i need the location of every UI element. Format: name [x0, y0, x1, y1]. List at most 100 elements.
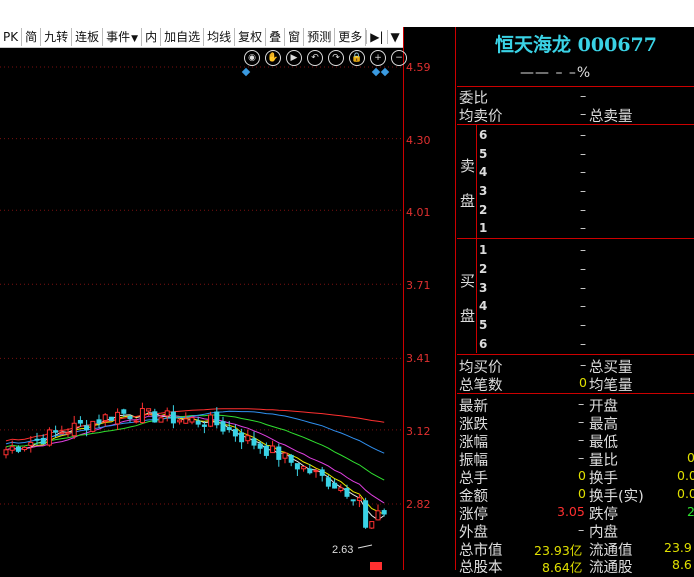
candle-body	[307, 468, 313, 474]
stat-total-shares-label: 总股本	[459, 560, 503, 576]
sell-level-price: –	[580, 128, 586, 142]
candle-body	[121, 409, 127, 414]
candle-body	[127, 416, 133, 420]
divider	[457, 86, 694, 87]
avg-sell-value: –	[580, 106, 587, 121]
stat-outer-value: –	[578, 522, 585, 537]
divider	[457, 238, 694, 239]
stat-pct-value: –	[578, 432, 585, 447]
candle-body	[139, 408, 145, 424]
stat-change-value: –	[578, 414, 585, 429]
ma-line	[5, 414, 385, 481]
candle-body	[164, 410, 170, 417]
dropdown-caret-icon[interactable]: ▼	[386, 30, 403, 44]
toolbar-pk[interactable]: PK	[0, 28, 23, 46]
chart-right-border	[403, 27, 404, 570]
toolbar-more[interactable]: 更多	[335, 28, 367, 46]
candle-body	[9, 446, 15, 451]
candle-body	[325, 477, 331, 487]
candle-body	[115, 411, 121, 425]
hand-icon[interactable]: ✋	[265, 50, 281, 66]
candle-body	[40, 437, 46, 445]
candle-body	[152, 411, 158, 423]
stat-amplitude-value: –	[578, 450, 585, 465]
divider	[457, 354, 694, 355]
candle-body	[363, 500, 369, 528]
chevron-down-icon: ▼	[131, 34, 139, 44]
toolbar-events[interactable]: 事件▼	[103, 28, 143, 46]
candle-body	[59, 432, 65, 435]
chart-tool-icons: ◉ ✋ ▶ ↶ ↷ 🔒 + −	[244, 50, 407, 66]
candle-body	[245, 435, 251, 442]
book-divider	[476, 239, 477, 353]
toolbar-forecast[interactable]: 预测	[304, 28, 336, 46]
sell-level: 5	[479, 147, 488, 161]
toolbar-jiuzhuan[interactable]: 九转	[41, 28, 73, 46]
candle-body	[288, 454, 294, 463]
sell-level: 2	[479, 203, 488, 217]
total-sell-label: 总卖量	[589, 109, 633, 125]
moving-average-lines	[5, 408, 385, 521]
stat-limit-up-value: 3.05	[557, 504, 585, 519]
lock-icon[interactable]: 🔒	[349, 50, 365, 66]
stat-float-cap-value: 23.9	[664, 540, 692, 555]
buy-side-label-2: 盘	[460, 307, 476, 325]
sell-level: 1	[479, 221, 488, 235]
candle-body	[226, 427, 232, 431]
toolbar-inner[interactable]: 内	[142, 28, 162, 46]
eye-icon[interactable]: ◉	[244, 50, 260, 66]
sell-level-price: –	[580, 203, 586, 217]
buy-level: 1	[479, 243, 488, 257]
zoom-out-icon[interactable]: −	[391, 50, 407, 66]
candle-body	[183, 418, 189, 424]
sell-side-label-1: 卖	[460, 157, 476, 175]
candle-body	[263, 445, 269, 456]
stat-total-hands-value: 0	[578, 468, 586, 483]
sell-level-price: –	[580, 165, 586, 179]
toolbar-ma[interactable]: 均线	[204, 28, 236, 46]
zoom-in-icon[interactable]: +	[370, 50, 386, 66]
stat-float-shares-label: 流通股	[589, 560, 633, 576]
stat-amount-value: 0	[578, 486, 586, 501]
candlestick-chart[interactable]: 2.63	[0, 48, 404, 570]
candle-body	[53, 430, 59, 433]
candle-body	[34, 438, 40, 441]
buy-level: 6	[479, 337, 488, 351]
toolbar-simple[interactable]: 简	[22, 28, 42, 46]
candle-body	[77, 419, 83, 424]
toolbar-overlay[interactable]: 叠	[266, 28, 286, 46]
trades-value: 0	[579, 375, 587, 390]
redo-icon[interactable]: ↷	[328, 50, 344, 66]
price-axis-tick: 2.82	[406, 498, 431, 511]
toolbar-window[interactable]: 窗	[285, 28, 305, 46]
avg-sell-label: 均卖价	[459, 109, 503, 125]
play-icon[interactable]: ▶	[286, 50, 302, 66]
buy-level: 2	[479, 262, 488, 276]
stock-title: 恒天海龙 000677	[458, 30, 694, 57]
candle-body	[344, 488, 350, 497]
stat-real-turnover-value: 0.0	[677, 486, 694, 501]
candle-body	[301, 466, 307, 470]
toolbar-lianban[interactable]: 连板	[72, 28, 104, 46]
chart-toolbar: PK 简 九转 连板 事件▼ 内 加自选 均线 复权 叠 窗 预测 更多 ▶| …	[0, 27, 404, 48]
price-axis-tick: 4.01	[406, 206, 431, 219]
candle-body	[170, 411, 176, 424]
candle-body	[294, 463, 300, 470]
candle-body	[282, 452, 288, 459]
low-marker-line	[357, 544, 373, 549]
candle-body	[208, 414, 214, 427]
candle-body	[71, 422, 77, 437]
candle-body	[15, 446, 21, 452]
ma-line	[5, 410, 385, 454]
buy-level: 3	[479, 281, 488, 295]
toolbar-add-watchlist[interactable]: 加自选	[161, 28, 205, 46]
undo-icon[interactable]: ↶	[307, 50, 323, 66]
toolbar-adjust[interactable]: 复权	[235, 28, 267, 46]
buy-level-price: –	[580, 299, 586, 313]
price-change: —— – –%	[520, 65, 592, 81]
candle-body	[22, 446, 28, 451]
event-marker	[370, 562, 382, 570]
play-end-icon[interactable]: ▶|	[366, 30, 386, 44]
candle-body	[158, 417, 164, 423]
candle-body	[195, 420, 201, 425]
